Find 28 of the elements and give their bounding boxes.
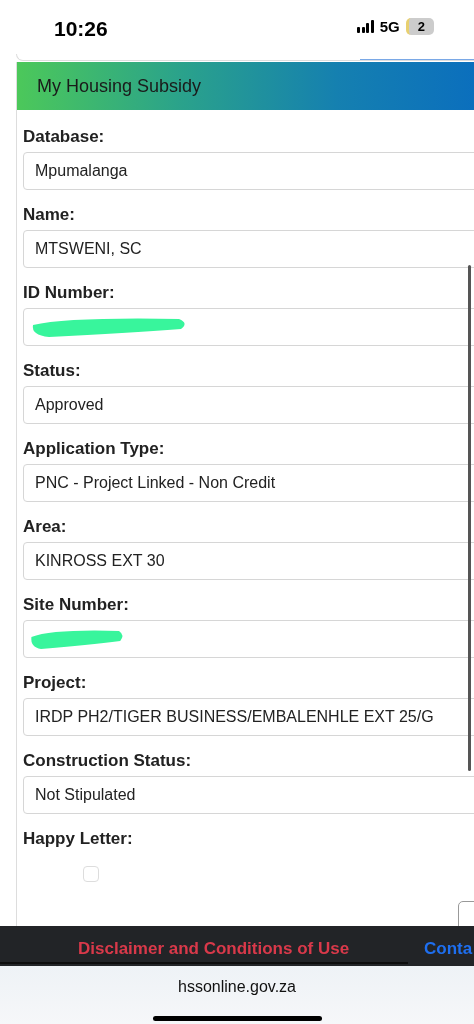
field-label: Site Number: bbox=[23, 595, 130, 615]
value-field[interactable]: Mpumalanga bbox=[23, 152, 474, 190]
battery-indicator: 2 bbox=[405, 18, 434, 35]
field-label: Name: bbox=[23, 205, 76, 225]
value-field[interactable]: Approved bbox=[23, 386, 474, 424]
value-field[interactable]: PNC - Project Linked - Non Credit bbox=[23, 464, 474, 502]
field-label: Application Type: bbox=[23, 439, 166, 459]
value-field[interactable]: Not Stipulated bbox=[23, 776, 474, 814]
field-label: ID Number: bbox=[23, 283, 116, 303]
field-label: Construction Status: bbox=[23, 751, 193, 771]
clock-time: 10:26 bbox=[54, 17, 108, 41]
panel-header: My Housing Subsidy bbox=[17, 62, 474, 110]
url-text[interactable]: hssonline.gov.za bbox=[178, 978, 296, 995]
checkbox[interactable] bbox=[83, 866, 99, 882]
network-label: 5G bbox=[379, 18, 400, 35]
scrollbar[interactable] bbox=[468, 265, 471, 771]
field-label: Area: bbox=[23, 517, 68, 537]
value-field[interactable] bbox=[23, 308, 474, 346]
field-label: Database: bbox=[23, 127, 106, 147]
home-indicator[interactable] bbox=[153, 1016, 322, 1021]
value-field[interactable]: KINROSS EXT 30 bbox=[23, 542, 474, 580]
value-field[interactable]: IRDP PH2/TIGER BUSINESS/EMBALENHLE EXT 25/G bbox=[23, 698, 474, 736]
signal-icon bbox=[357, 20, 374, 33]
value-field[interactable]: MTSWENI, SC bbox=[23, 230, 474, 268]
field-label: Happy Letter: bbox=[23, 829, 134, 849]
field-label: Project: bbox=[23, 673, 88, 693]
value-field[interactable] bbox=[23, 620, 474, 658]
field-label: Status: bbox=[23, 361, 82, 381]
